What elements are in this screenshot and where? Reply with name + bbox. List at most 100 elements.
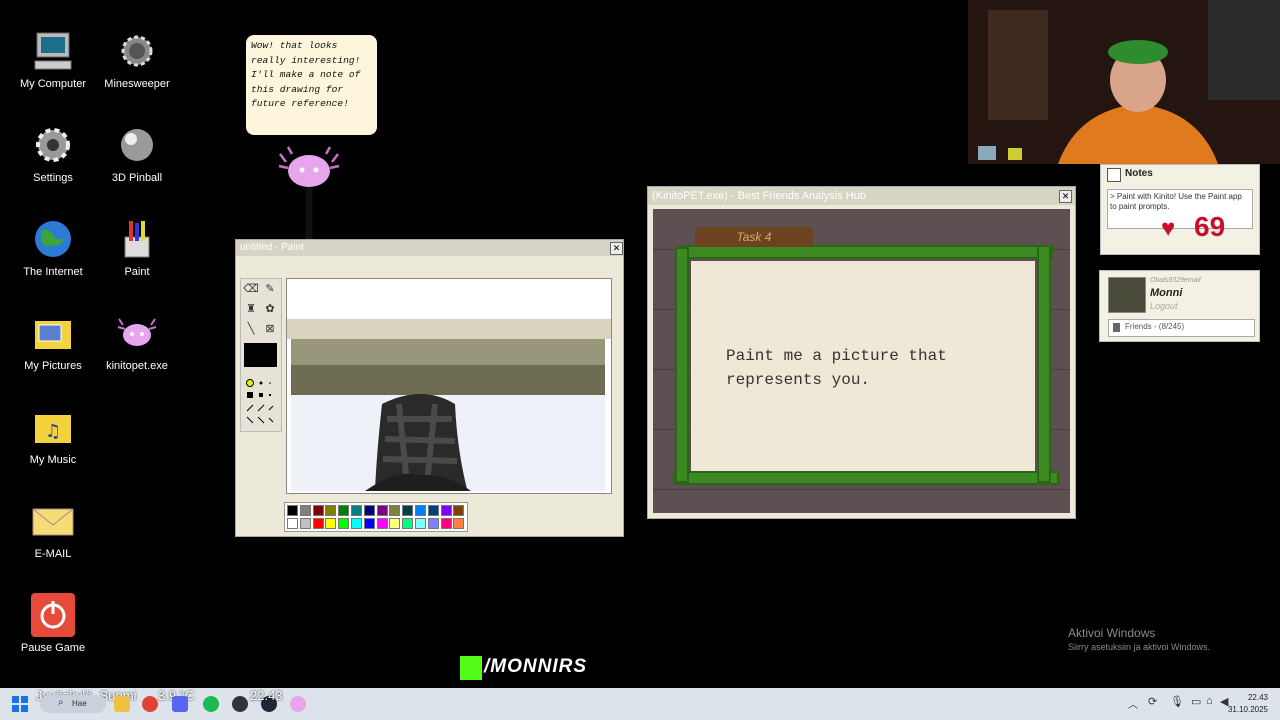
desktop-icon-my-computer[interactable]: My Computer (11, 28, 95, 90)
palette-swatch[interactable] (363, 505, 375, 516)
palette-swatch[interactable] (325, 518, 337, 529)
palette-swatch[interactable] (299, 505, 311, 516)
palette-swatch[interactable] (440, 518, 452, 529)
search-box[interactable]: ⌕ Hae (40, 695, 106, 713)
start-button[interactable] (12, 696, 28, 712)
vine-bottom (673, 471, 1059, 485)
close-button[interactable]: ✕ (610, 242, 623, 255)
palette-swatch[interactable] (402, 505, 414, 516)
friends-bar[interactable]: Friends - (8/245) (1108, 319, 1255, 337)
palette-swatch[interactable] (325, 505, 337, 516)
palette-swatch[interactable] (363, 518, 375, 529)
task-sign: Task 4 (695, 227, 813, 247)
kinitopet-window[interactable]: (KinitoPET.exe) - Best Friends Analysis … (647, 186, 1076, 519)
paint-window[interactable]: untitled - Paint ✕ ⌫ ✎ ♜ ✿ ╲ ⊠ (235, 239, 624, 537)
clock-time[interactable]: 22.43 (1226, 693, 1268, 702)
spotify-icon[interactable] (203, 696, 219, 712)
painted-figure (365, 394, 471, 491)
chrome-icon[interactable] (142, 696, 158, 712)
palette-swatch[interactable] (312, 518, 324, 529)
kinitopet-taskbar-icon[interactable] (290, 696, 306, 712)
desktop-icon-my-music[interactable]: ♫ My Music (11, 404, 95, 466)
desktop-icon-label: Minesweeper (104, 78, 170, 90)
vine-left (675, 247, 689, 483)
palette-swatch[interactable] (287, 505, 298, 516)
desktop-icon-settings[interactable]: Settings (11, 122, 95, 184)
tool-panel: ⌫ ✎ ♜ ✿ ╲ ⊠ (240, 278, 282, 432)
desktop-icon-pause-game[interactable]: Pause Game (11, 592, 95, 654)
palette-swatch[interactable] (351, 518, 362, 529)
desktop-icon-3d-pinball[interactable]: 3D Pinball (95, 122, 179, 184)
tray-chevron-icon[interactable]: ︿ (1128, 696, 1138, 711)
friendship-score: 69 (1194, 211, 1226, 242)
notes-panel: Notes > Paint with Kinito! Use the Paint… (1100, 164, 1260, 255)
desktop-icon-label: My Music (29, 454, 77, 466)
close-button[interactable]: ✕ (1059, 190, 1072, 203)
brush-size-options[interactable] (243, 377, 279, 427)
tray-network-icon[interactable]: ⌂ (1206, 695, 1213, 707)
notes-text: > Paint with Kinito! Use the Paint app t… (1107, 189, 1253, 229)
desktop-icon-paint[interactable]: Paint (95, 216, 179, 278)
notes-icon (1107, 168, 1121, 182)
palette-swatch[interactable] (453, 518, 465, 529)
palette-swatch[interactable] (389, 505, 401, 516)
desktop-icon-label: 3D Pinball (111, 172, 163, 184)
desktop-icon-kinitopet[interactable]: kinitopet.exe (95, 310, 179, 372)
tray-display-icon[interactable]: ▭ (1191, 695, 1201, 708)
desktop-icon-label: Paint (124, 266, 150, 278)
palette-swatch[interactable] (389, 518, 401, 529)
obs-icon[interactable] (232, 696, 248, 712)
clear-icon[interactable]: ⊠ (262, 321, 278, 337)
desktop-icon-label: kinitopet.exe (106, 360, 168, 372)
palette-swatch[interactable] (415, 518, 426, 529)
drawing-canvas[interactable] (286, 278, 612, 494)
discord-icon[interactable] (172, 696, 188, 712)
palette-swatch[interactable] (376, 505, 388, 516)
desktop-icon-my-pictures[interactable]: My Pictures (11, 310, 95, 372)
palette-swatch[interactable] (338, 505, 350, 516)
pencil-icon[interactable]: ✎ (262, 281, 278, 297)
palette-swatch[interactable] (415, 505, 426, 516)
file-explorer-icon[interactable] (114, 696, 130, 712)
color-palette[interactable] (284, 502, 468, 532)
bucket-icon[interactable]: ♜ (243, 301, 259, 317)
palette-swatch[interactable] (376, 518, 388, 529)
current-color-swatch (244, 343, 277, 367)
brush-icon[interactable]: ✿ (262, 301, 278, 317)
eraser-icon[interactable]: ⌫ (243, 281, 259, 297)
search-label: Hae (72, 699, 87, 708)
clock-date[interactable]: 31.10.2025 (1222, 705, 1268, 714)
tray-sync-icon[interactable]: ⟳ (1148, 695, 1157, 708)
desktop-icon-minesweeper[interactable]: Minesweeper (95, 28, 179, 90)
stream-handle: /MONNIRS (484, 656, 587, 677)
palette-swatch[interactable] (402, 518, 414, 529)
gear-icon (30, 122, 76, 168)
palette-swatch[interactable] (338, 518, 350, 529)
taskbar: Jyväskylä, Suomi 3.9 °C ⌕ Hae 22.43 ︿ ⟳ … (0, 688, 1280, 720)
vine-top (679, 245, 1053, 259)
palette-swatch[interactable] (427, 505, 439, 516)
palette-swatch[interactable] (440, 505, 452, 516)
palette-swatch[interactable] (453, 505, 465, 516)
user-panel: Obals9329email Monni Logout Friends - (8… (1099, 270, 1260, 342)
palette-swatch[interactable] (351, 505, 362, 516)
window-title: (KinitoPET.exe) - Best Friends Analysis … (652, 190, 866, 202)
paint-icon (114, 216, 160, 262)
palette-swatch[interactable] (287, 518, 298, 529)
paint-title-bar[interactable]: untitled - Paint (236, 240, 623, 256)
logout-link[interactable]: Logout (1150, 301, 1178, 311)
desktop-icon-email[interactable]: E-MAIL (11, 498, 95, 560)
palette-swatch[interactable] (427, 518, 439, 529)
kick-logo-icon (460, 656, 482, 680)
svg-text:♫: ♫ (45, 421, 61, 442)
line-icon[interactable]: ╲ (243, 321, 259, 337)
desktop-icon-the-internet[interactable]: The Internet (11, 216, 95, 278)
window-title: untitled - Paint (240, 242, 304, 253)
desktop-icon-label: Settings (33, 172, 73, 184)
mine-icon (114, 28, 160, 74)
tray-mic-icon[interactable]: 🎙 (1170, 695, 1184, 708)
palette-swatch[interactable] (312, 505, 324, 516)
palette-swatch[interactable] (299, 518, 311, 529)
pet-title-bar[interactable]: (KinitoPET.exe) - Best Friends Analysis … (648, 187, 1075, 205)
notes-title: Notes (1125, 168, 1153, 179)
